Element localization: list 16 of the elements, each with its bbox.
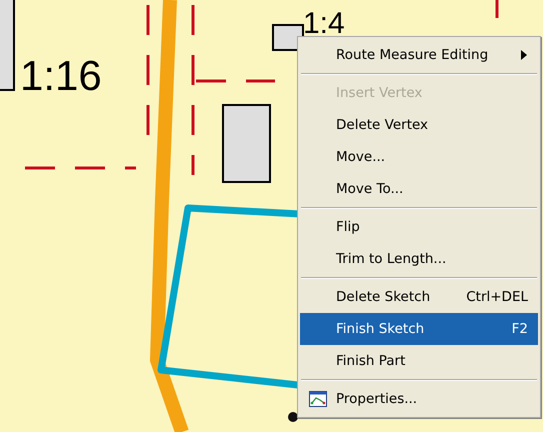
menu-item[interactable]: Route Measure Editing xyxy=(300,39,538,71)
menu-item[interactable]: Delete Vertex xyxy=(300,109,538,141)
menu-item[interactable]: Move... xyxy=(300,141,538,173)
map-label: 1:16 xyxy=(20,52,102,99)
vertex-marker xyxy=(288,412,298,422)
menu-item[interactable]: Flip xyxy=(300,211,538,243)
map-label: 1:4 xyxy=(303,7,345,40)
submenu-arrow-icon xyxy=(520,49,528,61)
menu-item[interactable]: Finish Sketch F2 xyxy=(300,313,538,345)
menu-item[interactable]: Delete Sketch Ctrl+DEL xyxy=(300,281,538,313)
menu-item[interactable]: Trim to Length... xyxy=(300,243,538,275)
chart-window-icon xyxy=(309,391,327,407)
menu-item[interactable]: Move To... xyxy=(300,173,538,205)
menu-item[interactable]: Finish Part xyxy=(300,345,538,377)
building-shape xyxy=(272,24,304,51)
menu-item[interactable]: Properties... xyxy=(300,383,538,415)
